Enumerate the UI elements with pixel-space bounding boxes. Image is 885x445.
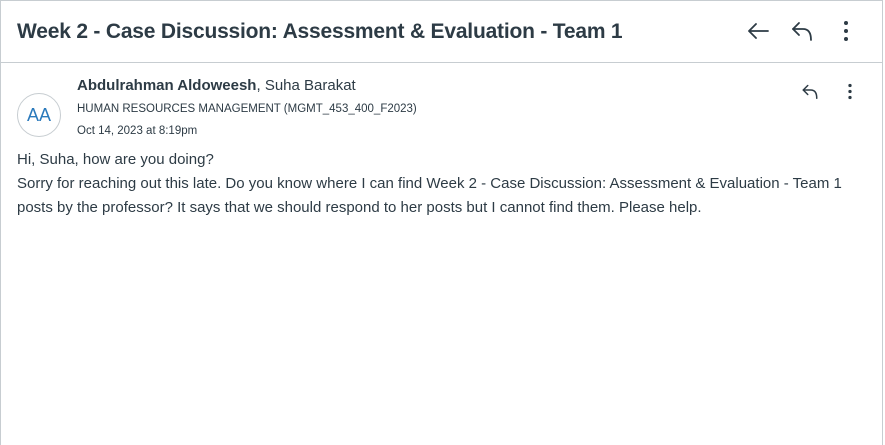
more-vertical-icon [848, 83, 852, 99]
conversation-subject: Week 2 - Case Discussion: Assessment & E… [17, 19, 623, 43]
recipient-name: Suha Barakat [264, 77, 356, 94]
participants-separator: , [256, 77, 265, 94]
back-button[interactable] [744, 17, 772, 45]
message-body-line: Hi, Suha, how are you doing? [17, 151, 214, 168]
reply-all-button[interactable] [788, 17, 816, 45]
message-body: Hi, Suha, how are you doing? Sorry for r… [17, 148, 866, 220]
reply-icon [792, 22, 812, 41]
message-body-line: Sorry for reaching out this late. Do you… [17, 175, 842, 216]
message-reply-button[interactable] [796, 77, 824, 105]
message-actions [796, 77, 864, 105]
conversation-header: Week 2 - Case Discussion: Assessment & E… [1, 1, 882, 63]
message-more-options-button[interactable] [836, 77, 864, 105]
message-date: Oct 14, 2023 at 8:19pm [77, 125, 198, 137]
header-actions [744, 17, 860, 45]
arrow-left-icon [748, 23, 769, 39]
reply-icon [802, 84, 818, 99]
message-item: AA Abdulrahman Aldoweesh, Suha Barakat H… [1, 63, 882, 220]
message-meta: Abdulrahman Aldoweesh, Suha Barakat HUMA… [77, 77, 417, 138]
conversation-panel: Week 2 - Case Discussion: Assessment & E… [0, 0, 883, 445]
course-name: HUMAN RESOURCES MANAGEMENT (MGMT_453_400… [77, 103, 417, 115]
participants: Abdulrahman Aldoweesh, Suha Barakat [77, 77, 417, 95]
avatar[interactable]: AA [17, 93, 61, 137]
message-header: AA Abdulrahman Aldoweesh, Suha Barakat H… [17, 77, 866, 138]
more-vertical-icon [844, 21, 848, 41]
more-options-button[interactable] [832, 17, 860, 45]
author-name: Abdulrahman Aldoweesh [77, 77, 257, 94]
